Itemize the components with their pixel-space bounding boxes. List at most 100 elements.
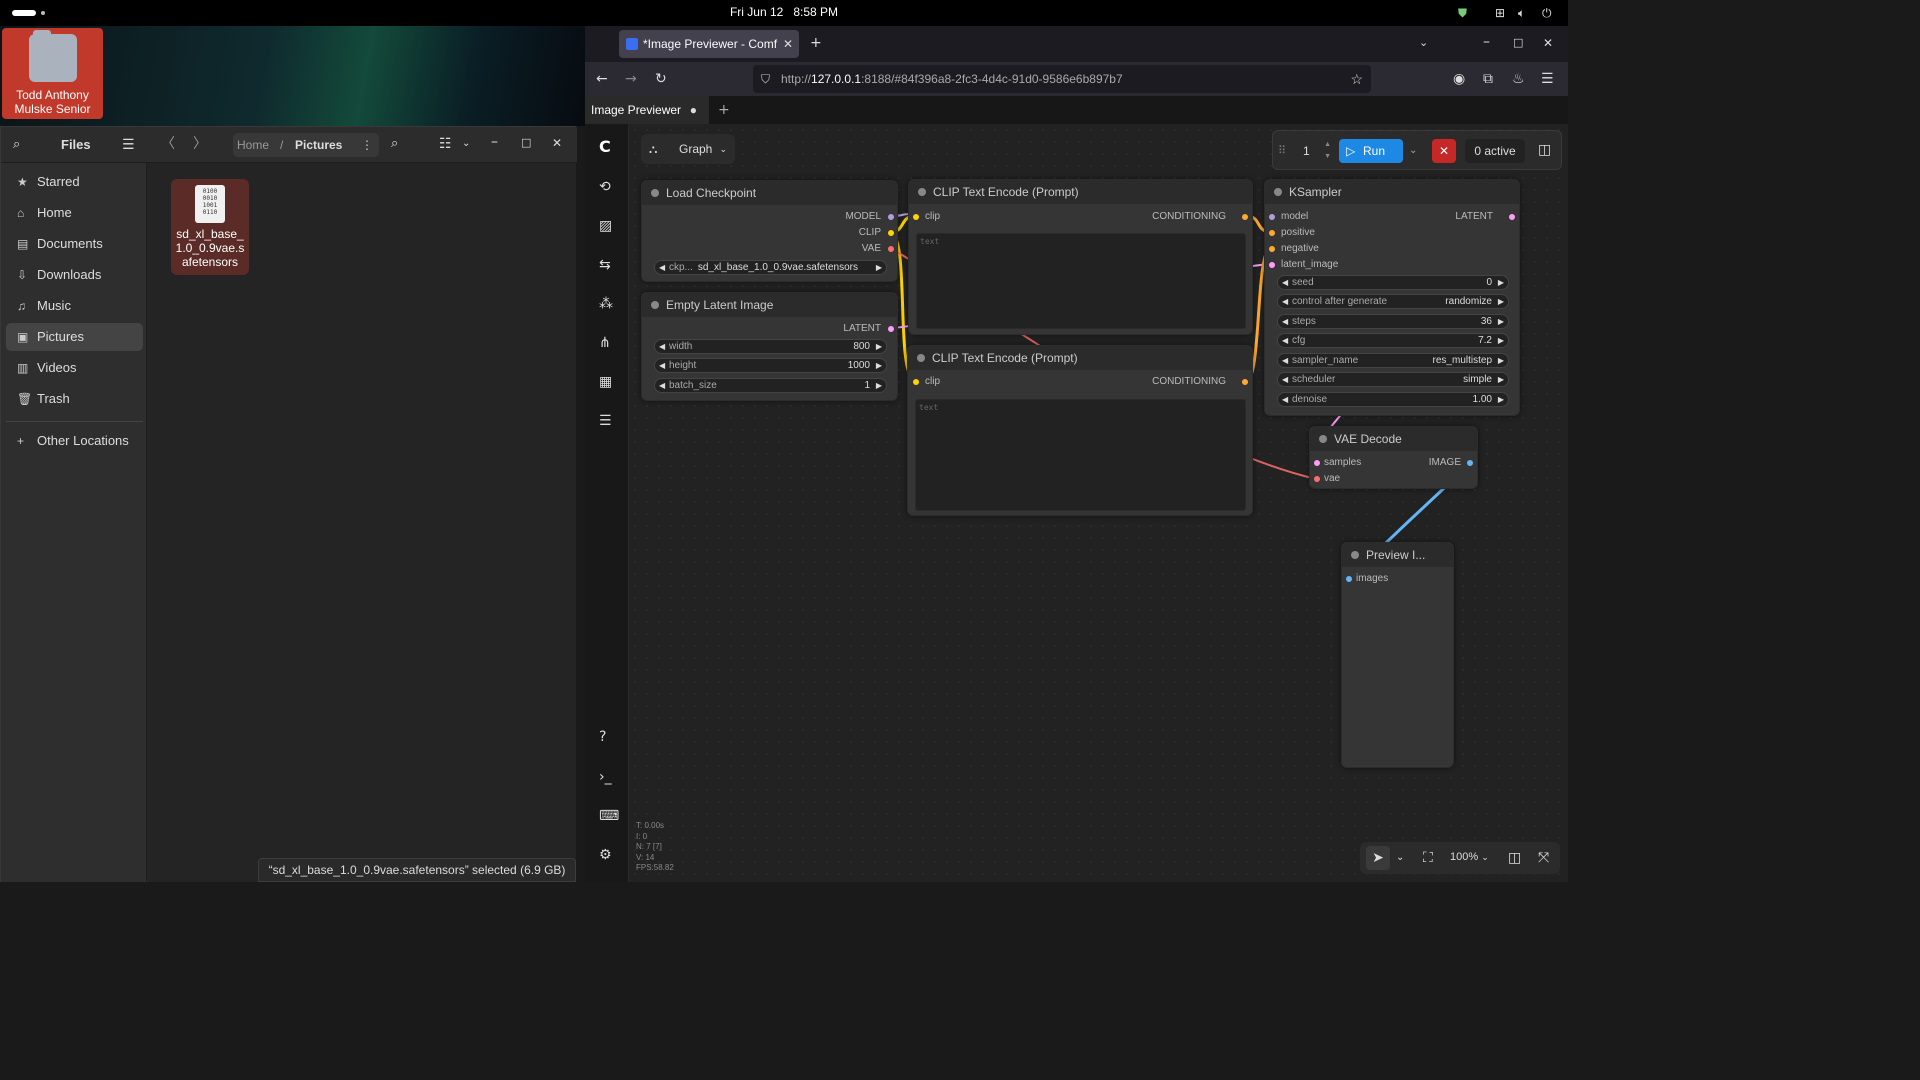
node-title[interactable]: Empty Latent Image [642, 293, 897, 317]
add-workflow-icon[interactable]: + [718, 103, 730, 117]
chevron-down-icon[interactable]: ⌄ [462, 137, 470, 151]
node-title[interactable]: CLIP Text Encode (Prompt) [909, 180, 1252, 204]
back-arrow-icon[interactable]: ← [596, 72, 608, 86]
node-title[interactable]: KSampler [1265, 180, 1519, 204]
breadcrumb-pictures[interactable]: Pictures [295, 133, 342, 157]
prompt-textarea[interactable]: text [916, 233, 1246, 329]
node-library-icon[interactable]: ⁂ [599, 297, 613, 311]
link-visibility-icon[interactable]: ⤧ [1538, 851, 1549, 865]
account-icon[interactable]: ◉ [1453, 72, 1465, 86]
comfy-logo-icon[interactable]: C [599, 139, 611, 155]
sidebar-item-trash[interactable]: 🗑︎ Trash [6, 385, 143, 413]
url-bar[interactable]: ⛉ http://127.0.0.1:8188/#84f396a8-2fc3-4… [753, 65, 1371, 93]
forward-arrow-icon[interactable]: → [625, 72, 637, 86]
input-dot-clip[interactable] [913, 214, 919, 220]
batch-count-input[interactable]: 1 ▲ ▼ [1293, 139, 1331, 163]
browser-tab[interactable]: *Image Previewer - Comf ✕ [619, 30, 799, 58]
sidebar-item-pictures[interactable]: ▣ Pictures [6, 323, 143, 351]
sidebar-item-downloads[interactable]: ⇩ Downloads [6, 261, 143, 289]
node-title[interactable]: Load Checkpoint [642, 181, 897, 205]
sidebar-item-other-locations[interactable]: + Other Locations [6, 427, 143, 455]
terminal-icon[interactable]: ›_ [599, 770, 612, 784]
input-dot-samples[interactable] [1314, 460, 1320, 466]
node-title[interactable]: Preview I... [1342, 543, 1453, 567]
drag-handle-icon[interactable]: ⠿ [1278, 144, 1286, 158]
node-vae-decode[interactable]: VAE Decode samples vae IMAGE [1309, 426, 1478, 489]
input-dot-positive[interactable] [1269, 230, 1275, 236]
cfg-widget[interactable]: ◀ cfg 7.2 ▶ [1277, 333, 1509, 348]
settings-gear-icon[interactable]: ⚙ [599, 848, 612, 862]
site-info-icon[interactable]: ⛉ [761, 65, 770, 93]
chevron-down-icon[interactable]: ⌄ [1396, 851, 1404, 865]
hamburger-menu-icon[interactable]: ☰ [1541, 72, 1554, 86]
power-icon[interactable]: ⏻ [1542, 6, 1552, 20]
input-dot-vae[interactable] [1314, 476, 1320, 482]
flame-icon[interactable]: ♨ [1512, 72, 1525, 86]
node-empty-latent-image[interactable]: Empty Latent Image LATENT ◀ width 800 ▶ ◀ he… [641, 292, 898, 401]
minimize-icon[interactable]: – [491, 135, 498, 149]
search-icon[interactable]: ⌕ [13, 138, 20, 152]
tab-list-icon[interactable]: ⌄ [1419, 36, 1428, 50]
node-ksampler[interactable]: KSampler model positive negative latent_… [1264, 179, 1520, 416]
extensions-icon[interactable]: ⧉ [1483, 72, 1493, 86]
node-title[interactable]: VAE Decode [1310, 427, 1477, 451]
desktop-folder[interactable]: Todd Anthony Mulske Senior [2, 28, 103, 119]
node-clip-text-encode-negative[interactable]: CLIP Text Encode (Prompt) clip CONDITION… [907, 345, 1253, 516]
width-widget[interactable]: ◀ width 800 ▶ [654, 339, 887, 354]
workflows-icon[interactable]: ⋔ [599, 336, 611, 350]
height-widget[interactable]: ◀ height 1000 ▶ [654, 358, 887, 373]
forward-icon[interactable]: 〉 [193, 137, 207, 151]
sidebar-item-documents[interactable]: ▤ Documents [6, 230, 143, 258]
reload-icon[interactable]: ↻ [655, 72, 667, 86]
graph-mode-selector[interactable]: ⛬ Graph ⌄ [641, 134, 735, 164]
maximize-icon[interactable]: □ [1513, 36, 1523, 50]
input-dot-latent-image[interactable] [1269, 262, 1275, 268]
bookmark-star-icon[interactable]: ☆ [1350, 65, 1363, 93]
templates-icon[interactable]: ▦ [599, 375, 612, 389]
seed-widget[interactable]: ◀ seed 0 ▶ [1277, 275, 1509, 290]
sidebar-item-music[interactable]: ♫ Music [6, 292, 143, 320]
node-preview-image[interactable]: Preview I... images [1341, 542, 1454, 768]
tab-close-icon[interactable]: ✕ [783, 30, 793, 58]
select-pointer-icon[interactable]: ➤ [1366, 846, 1390, 870]
cancel-run-button[interactable]: ✕ [1432, 139, 1456, 163]
input-dot-model[interactable] [1269, 214, 1275, 220]
sampler-name-widget[interactable]: ◀ sampler_name res_multistep ▶ [1277, 353, 1509, 368]
help-icon[interactable]: ? [599, 730, 606, 744]
maximize-icon[interactable]: □ [521, 136, 531, 150]
active-jobs-label[interactable]: 0 active [1465, 139, 1525, 163]
zoom-level[interactable]: 100% ⌄ [1450, 851, 1489, 863]
sidebar-item-home[interactable]: ⌂ Home [6, 199, 143, 227]
input-dot-clip[interactable] [913, 379, 919, 385]
search-folder-icon[interactable]: ⌕ [391, 137, 398, 151]
scheduler-widget[interactable]: ◀ scheduler simple ▶ [1277, 372, 1509, 387]
prompt-textarea[interactable]: text [915, 399, 1246, 511]
history-icon[interactable]: ⟲ [599, 180, 611, 194]
output-dot-image[interactable] [1467, 460, 1473, 466]
keyboard-icon[interactable]: ⌨ [599, 809, 619, 823]
output-dot-latent[interactable] [1509, 214, 1515, 220]
minimize-icon[interactable]: – [1483, 35, 1490, 49]
list-view-icon[interactable]: ☷ [439, 137, 452, 151]
sidebar-item-starred[interactable]: ★ Starred [6, 168, 143, 196]
run-options-chevron-icon[interactable]: ⌄ [1409, 144, 1417, 158]
denoise-widget[interactable]: ◀ denoise 1.00 ▶ [1277, 392, 1509, 407]
output-dot-latent[interactable] [888, 326, 894, 332]
close-icon[interactable]: ✕ [1543, 36, 1553, 50]
ckpt-name-widget[interactable]: ◀ ckp... sd_xl_base_1.0_0.9vae.safetenso… [654, 260, 887, 275]
sidebar-item-videos[interactable]: ▥ Videos [6, 354, 143, 382]
output-dot-clip[interactable] [888, 230, 894, 236]
menu-icon[interactable]: ☰ [122, 138, 135, 152]
workflow-tab[interactable]: Image Previewer ● [585, 96, 709, 124]
toggle-panel-icon[interactable]: ◫ [1538, 143, 1551, 157]
shield-icon[interactable]: ⛊ [1458, 6, 1467, 20]
steps-widget[interactable]: ◀ steps 36 ▶ [1277, 314, 1509, 329]
fit-view-icon[interactable]: ⛶ [1423, 851, 1433, 865]
clock[interactable]: Fri Jun 12 8:58 PM [0, 5, 1568, 19]
network-icon[interactable]: ⊞ [1495, 6, 1505, 20]
output-dot-conditioning[interactable] [1242, 214, 1248, 220]
minimap-icon[interactable]: ◫ [1508, 851, 1521, 865]
breadcrumb-menu-icon[interactable]: ⋮ [361, 133, 373, 157]
run-button[interactable]: ▷ Run [1339, 139, 1403, 163]
close-icon[interactable]: ✕ [552, 136, 562, 150]
